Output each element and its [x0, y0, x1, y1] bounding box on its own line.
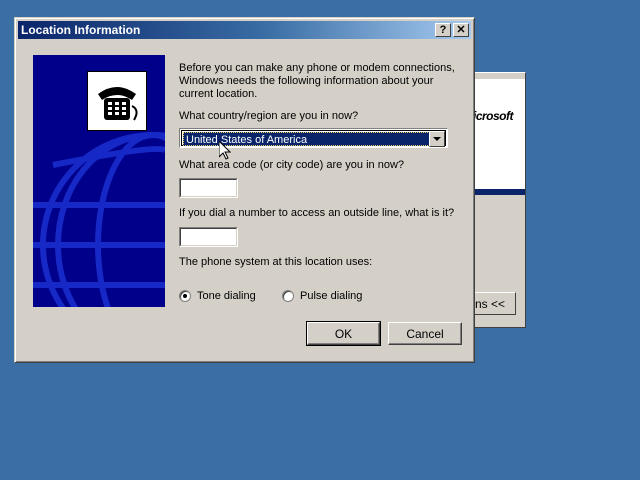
pulse-dialing-radio[interactable]: [282, 290, 294, 302]
cancel-button[interactable]: Cancel: [388, 322, 462, 345]
dialog-title: Location Information: [21, 23, 141, 37]
ok-button[interactable]: OK: [306, 321, 381, 346]
background-window-logo: icrosoft: [473, 109, 514, 123]
dialog-titlebar[interactable]: Location Information ? ✕: [18, 21, 471, 39]
help-button[interactable]: ?: [435, 23, 451, 37]
close-button[interactable]: ✕: [453, 23, 469, 37]
tone-dialing-option[interactable]: Tone dialing: [179, 290, 256, 302]
pulse-dialing-label[interactable]: Pulse dialing: [300, 290, 362, 302]
close-icon: ✕: [456, 23, 466, 36]
mouse-cursor-icon: [219, 141, 231, 160]
area-code-label: What area code (or city code) are you in…: [179, 159, 405, 171]
telephone-icon-frame: [87, 71, 147, 131]
phone-system-label: The phone system at this location uses:: [179, 256, 373, 268]
tone-dialing-label[interactable]: Tone dialing: [197, 290, 256, 302]
chevron-down-icon: [433, 136, 441, 141]
dialog-banner: [33, 55, 165, 307]
country-label: What country/region are you in now?: [179, 110, 359, 122]
location-information-dialog: Location Information ? ✕ Before you can …: [14, 17, 475, 363]
help-icon: ?: [439, 23, 447, 36]
outside-line-label: If you dial a number to access an outsid…: [179, 207, 455, 219]
pulse-dialing-option[interactable]: Pulse dialing: [282, 290, 362, 302]
telephone-icon: [98, 87, 138, 121]
outside-line-input[interactable]: [179, 227, 238, 247]
area-code-input[interactable]: [179, 178, 238, 198]
tone-dialing-radio[interactable]: [179, 290, 191, 302]
intro-text: Before you can make any phone or modem c…: [179, 62, 455, 100]
country-dropdown-button[interactable]: [429, 131, 445, 147]
